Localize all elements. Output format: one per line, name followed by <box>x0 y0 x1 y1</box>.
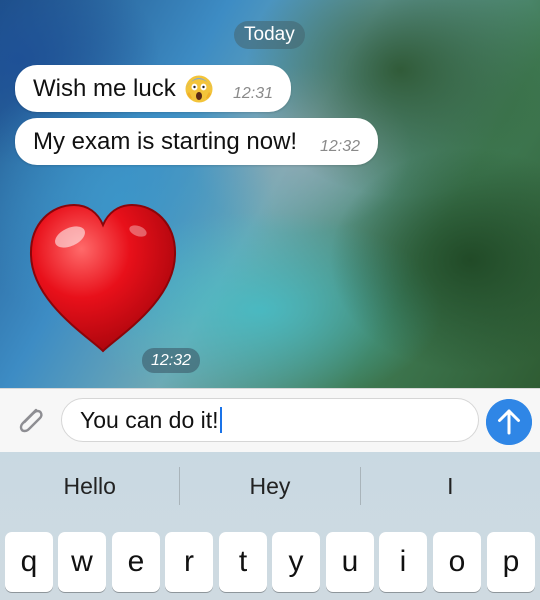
key-q[interactable]: q <box>5 532 53 592</box>
text-cursor <box>219 407 222 433</box>
key-p[interactable]: p <box>487 532 535 592</box>
key-i[interactable]: i <box>379 532 427 592</box>
keyboard: Hello Hey I q w e r t y u i o p <box>0 452 540 600</box>
message-bubble[interactable]: Wish me luck 12:31 <box>15 65 291 112</box>
key-t[interactable]: t <box>219 532 267 592</box>
suggestion-item[interactable]: Hello <box>0 452 179 520</box>
key-e[interactable]: e <box>112 532 160 592</box>
message-text: Wish me luck <box>33 74 176 102</box>
message-input-bar: You can do it! <box>0 388 540 452</box>
sticker-time: 12:32 <box>142 348 201 373</box>
key-y[interactable]: y <box>272 532 320 592</box>
keyboard-row-top: q w e r t y u i o p <box>0 532 540 594</box>
date-separator: Today <box>234 21 305 49</box>
key-r[interactable]: r <box>165 532 213 592</box>
message-time: 12:32 <box>319 137 360 155</box>
message-draft-text: You can do it! <box>80 406 219 433</box>
red-heart-sticker[interactable] <box>26 197 180 357</box>
chat-background: Today Wish me luck 12:31 My exam is star… <box>0 0 540 388</box>
suggestion-item[interactable]: I <box>361 452 540 520</box>
suggestion-bar: Hello Hey I <box>0 452 540 520</box>
message-bubble[interactable]: My exam is starting now! 12:32 <box>15 118 378 165</box>
screaming-face-emoji-icon <box>185 75 213 102</box>
message-text: My exam is starting now! <box>33 127 298 155</box>
suggestion-item[interactable]: Hey <box>180 452 359 520</box>
key-u[interactable]: u <box>326 532 374 592</box>
key-o[interactable]: o <box>433 532 481 592</box>
paperclip-icon[interactable] <box>12 401 50 439</box>
key-w[interactable]: w <box>58 532 106 592</box>
send-button[interactable] <box>486 399 532 445</box>
message-time: 12:31 <box>232 84 273 102</box>
message-input[interactable]: You can do it! <box>61 398 479 442</box>
